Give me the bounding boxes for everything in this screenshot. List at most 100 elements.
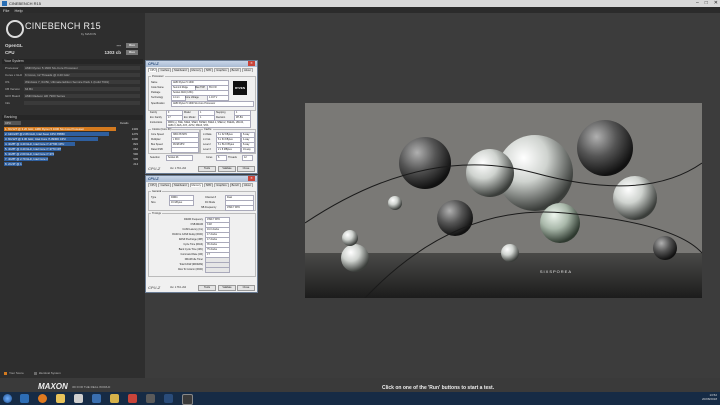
app-icon[interactable] xyxy=(128,394,137,403)
group-title: Processor xyxy=(151,75,165,78)
maxon-tagline: 3D FOR THE REAL WORLD xyxy=(72,385,111,389)
tab-graphics[interactable]: Graphics xyxy=(214,183,229,187)
tab-about[interactable]: About xyxy=(242,183,253,187)
internet-explorer-icon[interactable] xyxy=(20,394,29,403)
close-icon[interactable]: ✕ xyxy=(248,176,255,181)
firefox-icon[interactable] xyxy=(38,394,47,403)
close-icon[interactable]: ✕ xyxy=(248,61,255,66)
ranking-score: 1303 xyxy=(131,127,138,131)
processor-group: Processor Name AMD Ryzen 5 1600 Code Nam… xyxy=(148,75,256,111)
field-label: Model xyxy=(184,111,191,114)
folder-icon[interactable] xyxy=(56,394,65,403)
group-title: Timings xyxy=(151,212,162,215)
app-icon[interactable] xyxy=(146,394,155,403)
tab-mainboard[interactable]: Mainboard xyxy=(172,68,189,72)
field-label: Cores xyxy=(206,156,213,159)
ranking-bar[interactable]: 8. 2C/4T @ 1.70 GHz, Intel Core i5-3317U… xyxy=(4,162,22,166)
close-icon[interactable]: ✕ xyxy=(714,0,718,6)
tab-cpu[interactable]: CPU xyxy=(148,68,158,72)
close-button[interactable]: Close xyxy=(237,285,255,291)
status-message: Click on one of the 'Run' buttons to sta… xyxy=(382,385,495,391)
start-button-icon[interactable] xyxy=(3,394,12,403)
tab-caches[interactable]: Caches xyxy=(158,68,172,72)
field-label: Code Name xyxy=(151,86,164,89)
menu-help[interactable]: Help xyxy=(14,8,22,13)
legend-swatch xyxy=(4,371,7,375)
menu-file[interactable]: File xyxy=(3,8,9,13)
field-label: Level 2 xyxy=(203,143,211,146)
group-title: Clocks (Core #0) xyxy=(151,128,173,131)
timing-value xyxy=(205,267,230,273)
run-opengl-button[interactable]: Run xyxy=(126,43,138,48)
field-label: Size xyxy=(151,201,156,204)
tab-cpu[interactable]: CPU xyxy=(148,183,158,187)
run-cpu-button[interactable]: Run xyxy=(126,50,138,55)
app-by: by MAXON xyxy=(81,32,97,36)
tab-about[interactable]: About xyxy=(242,68,253,72)
field-label: DC Mode xyxy=(205,201,216,204)
media-player-icon[interactable] xyxy=(74,394,83,403)
timing-label: DRAM Idle Timer xyxy=(184,258,203,261)
ranking-header: Ranking xyxy=(2,115,143,120)
tab-bench[interactable]: Bench xyxy=(229,68,242,72)
field-label: Ext. Family xyxy=(150,116,162,119)
tab-memory[interactable]: Memory xyxy=(189,183,203,187)
cinebench-logo: CINEBENCH R15 by MAXON xyxy=(3,18,138,42)
cpuz-taskbar-icon[interactable] xyxy=(164,394,173,403)
system-value: AMD Ryzen 5 1600 Six-Core Processor xyxy=(24,66,140,70)
validate-button[interactable]: Validate xyxy=(218,285,236,291)
taskbar: 13:52 20/08/2018 xyxy=(0,392,720,405)
cpuz-cpu-window[interactable]: CPU-Z ✕ CPU Caches Mainboard Memory SPD … xyxy=(145,60,258,174)
chrome-icon[interactable] xyxy=(92,394,101,403)
ranking-bar[interactable]: 6. 4C/8T @ 2.60 GHz, Intel Core i7-3720Q… xyxy=(4,152,54,156)
field-label: Threads xyxy=(228,156,237,159)
tab-caches[interactable]: Caches xyxy=(158,183,172,187)
tab-spd[interactable]: SPD xyxy=(203,183,214,187)
system-row: CB Version 64 Bit xyxy=(2,86,143,92)
field-label: Specification xyxy=(151,102,165,105)
system-key: OS xyxy=(5,80,10,84)
app-icon[interactable] xyxy=(110,394,119,403)
cpuz-memory-window[interactable]: CPU-Z ✕ CPU Caches Mainboard Memory SPD … xyxy=(145,175,258,293)
system-info-field[interactable] xyxy=(24,101,140,105)
field-value: 12 xyxy=(242,155,253,161)
system-tray-clock[interactable]: 13:52 20/08/2018 xyxy=(702,393,717,401)
ranking-details-button[interactable]: Details xyxy=(120,121,129,125)
legend-identical: Identical System xyxy=(33,371,61,375)
field-label: L1 Data xyxy=(203,133,212,136)
tab-memory[interactable]: Memory xyxy=(189,68,203,72)
ranking-bar[interactable]: 1. 6C/12T @ 3.20 GHz, AMD Ryzen 5 1600 S… xyxy=(4,127,116,131)
field-label: Core Speed xyxy=(151,133,164,136)
tab-bench[interactable]: Bench xyxy=(229,183,242,187)
legend-label: Identical System xyxy=(38,371,61,375)
socket-select[interactable]: Socket #1 xyxy=(166,155,193,161)
tools-button[interactable]: Tools xyxy=(198,166,216,172)
group-title: Cache xyxy=(203,128,213,131)
maximize-icon[interactable]: □ xyxy=(705,0,708,6)
ranking-bar[interactable]: 2. 12C/24T @ 2.66 GHz, Intel Xeon CPU X5… xyxy=(4,132,109,136)
field-label: Type xyxy=(151,196,157,199)
cinebench-taskbar-icon[interactable] xyxy=(182,394,193,405)
ranking-bar[interactable]: 5. 4C/8T @ 3.40 GHz, Intel Core i7-3770 … xyxy=(4,147,61,151)
tools-button[interactable]: Tools xyxy=(198,285,216,291)
cache-group: Cache L1 Data 6 x 32 KBytes 8-way L1 Ins… xyxy=(200,128,256,154)
ranking-bar[interactable]: 3. 6C/12T @ 3.30 GHz, Intel Core i7-3930… xyxy=(4,137,98,141)
tab-mainboard[interactable]: Mainboard xyxy=(172,183,189,187)
field-label: Multiplier xyxy=(151,138,161,141)
bench-label: CPU xyxy=(5,50,15,55)
ranking-dropdown[interactable]: CPU xyxy=(4,121,21,125)
group-title: General xyxy=(151,190,163,193)
field-label: Stepping xyxy=(216,111,226,114)
minimize-icon[interactable]: – xyxy=(696,0,699,6)
close-button[interactable]: Close xyxy=(237,166,255,172)
bench-label: OpenGL xyxy=(5,43,23,48)
validate-button[interactable]: Validate xyxy=(218,166,236,172)
timing-label: RAS# to CAS# Delay (tRCD) xyxy=(172,233,203,236)
tab-graphics[interactable]: Graphics xyxy=(214,68,229,72)
system-key: Processor xyxy=(5,66,19,70)
field-label: Level 3 xyxy=(203,148,211,151)
ranking-bar[interactable]: 7. 4C/8T @ 2.79 GHz, Intel Core i7-3840Q… xyxy=(4,157,48,161)
field-label: Bus Speed xyxy=(151,143,163,146)
ranking-bar[interactable]: 4. 4C/8T @ 4.40 GHz, Intel Core i7-4770K… xyxy=(4,142,75,146)
tab-spd[interactable]: SPD xyxy=(203,68,214,72)
